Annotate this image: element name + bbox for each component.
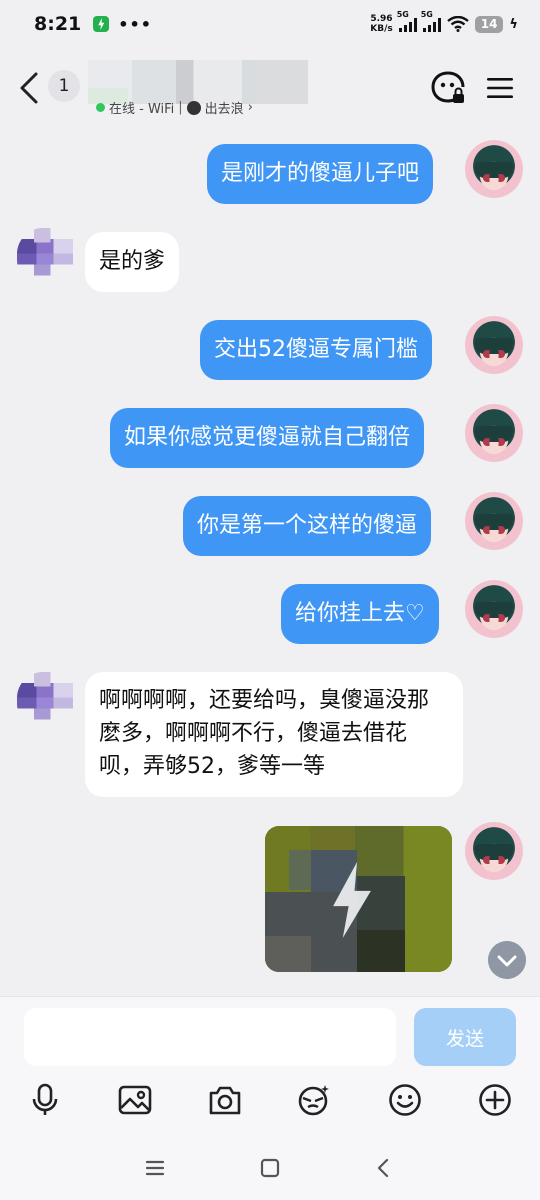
sticker-face-icon[interactable] [297,1083,331,1117]
activity-text: 出去浪 [204,102,244,117]
presence-status[interactable]: 在线 - WiFi | 出去浪 › [96,98,253,117]
contact-avatar[interactable] [17,228,73,286]
menu-lines-icon[interactable] [143,1156,167,1180]
charging-icon: ϟ [509,16,518,32]
chevron-right-icon: › [247,100,253,115]
more-notifications-icon: ••• [118,14,152,34]
presence-separator: | [178,100,183,115]
message-bubble-sent[interactable]: 你是第一个这样的傻逼 [183,496,432,556]
network-speed-value: 5.96 [370,14,393,24]
status-time: 8:21 [34,13,82,35]
penguin-icon [186,100,201,115]
message-bubble-sent[interactable]: 如果你感觉更傻逼就自己翻倍 [110,408,425,468]
my-avatar[interactable] [465,580,523,638]
chat-header: 1 在线 - WiFi | 出去浪 › [0,48,540,128]
back-arrow-icon[interactable] [16,70,46,106]
message-input[interactable] [24,1008,396,1066]
system-nav-bar [0,1144,540,1200]
scroll-to-bottom-icon[interactable] [488,941,526,979]
home-square-icon[interactable] [258,1156,282,1180]
signal-label: 5G [420,10,433,19]
camera-icon[interactable] [208,1083,242,1117]
message-bubble-sent[interactable]: 交出52傻逼专属门槛 [200,320,432,380]
my-avatar[interactable] [465,404,523,462]
contact-avatar[interactable] [17,672,73,730]
my-avatar[interactable] [465,140,523,198]
message-bubble-sent[interactable]: 给你挂上去♡ [281,584,439,644]
charging-app-icon [93,16,110,32]
message-bubble-received[interactable]: 是的爹 [85,232,180,292]
plus-icon[interactable] [478,1083,512,1117]
battery-level: 14 [474,15,504,33]
my-avatar[interactable] [465,316,523,374]
online-dot-icon [96,103,105,112]
status-bar: 8:21 ••• 5.96 KB/s 5G 5G 14 ϟ [0,0,540,48]
network-speed-unit: KB/s [370,24,393,34]
presence-text: 在线 - WiFi [109,102,175,117]
image-message[interactable] [265,826,452,972]
wifi-icon [446,16,469,32]
my-avatar[interactable] [465,492,523,550]
message-bubble-received[interactable]: 啊啊啊啊，还要给吗，臭傻逼没那麽多，啊啊啊不行，傻逼去借花呗，弄够52，爹等一等 [85,672,463,797]
emoji-icon[interactable] [388,1083,422,1117]
back-arrow-icon[interactable] [372,1156,396,1180]
assistant-lock-icon[interactable] [430,70,466,106]
unread-count-badge[interactable]: 1 [48,70,80,102]
microphone-icon[interactable] [28,1083,62,1117]
message-bubble-sent[interactable]: 是刚才的傻逼儿子吧 [207,144,434,204]
network-speed: 5.96 KB/s [370,14,392,34]
image-icon[interactable] [118,1083,152,1117]
signal-label: 5G [396,10,409,19]
menu-icon[interactable] [486,76,514,100]
my-avatar[interactable] [465,822,523,880]
signal-icon: 5G [421,10,441,32]
signal-icon: 5G [397,10,417,32]
send-button[interactable]: 发送 [414,1008,516,1066]
